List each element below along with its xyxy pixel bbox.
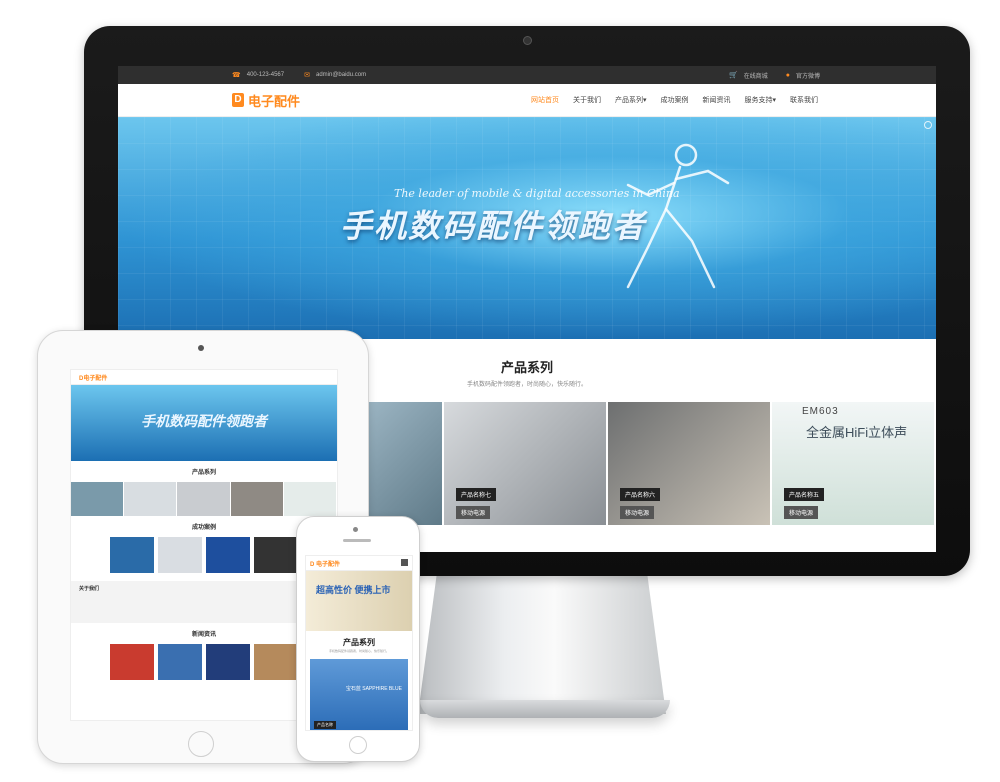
product-card-6[interactable]: 产品名称六 移动电源: [608, 402, 770, 525]
phone-icon: ☎: [232, 72, 241, 79]
phone-product-image[interactable]: 宝石蓝 SAPPHIRE BLUE 产品名称: [310, 659, 408, 730]
nav-menu: 网站首页 关于我们 产品系列▾ 成功案例 新闻资讯 服务支持▾ 联系我们: [517, 84, 818, 116]
email-contact[interactable]: ✉ admin@baidu.com: [304, 71, 366, 79]
tablet-headline: 手机数码配件领跑者: [141, 413, 267, 429]
tablet-logo[interactable]: D电子配件: [71, 370, 337, 385]
phone-camera-icon: [353, 527, 358, 532]
phone-logo[interactable]: D 电子配件: [310, 559, 340, 568]
tablet-case-thumb[interactable]: [110, 537, 154, 573]
nav-item-home[interactable]: 网站首页: [531, 95, 559, 105]
phone-nav: D 电子配件: [306, 556, 412, 571]
email-address[interactable]: admin@baidu.com: [316, 72, 366, 78]
phone-screen: D 电子配件 超高性价 便携上市 产品系列 手机数码配件领跑者，时尚随心，快乐随…: [305, 555, 413, 731]
tablet-about-title: 关于我们: [79, 586, 100, 592]
product-cards: 产品名称七 移动电源 产品名称六 移动电源 EM603 全金属HiFi立体声 产…: [356, 402, 936, 525]
product-card-5[interactable]: EM603 全金属HiFi立体声 产品名称五 移动电源: [772, 402, 934, 525]
hero-banner: The leader of mobile & digital accessori…: [118, 117, 936, 339]
product-tag: 移动电源: [620, 506, 655, 519]
hero-subtitle: The leader of mobile & digital accessori…: [394, 187, 680, 200]
mail-icon: ✉: [304, 72, 310, 79]
weibo-icon: ●: [785, 71, 790, 79]
phone-number: 400-123-4567: [246, 72, 285, 78]
logo-text: 电子配件: [248, 93, 301, 109]
product-name: 产品名称六: [620, 488, 661, 501]
product-overlay-model: EM603: [802, 406, 839, 417]
phone-speaker: [343, 539, 371, 542]
weibo-link[interactable]: ● 官方微博: [786, 71, 820, 80]
phone-product-caption: 产品名称: [314, 721, 336, 729]
product-overlay-text: 全金属HiFi立体声: [806, 425, 908, 440]
site-logo[interactable]: D 电子配件: [232, 91, 300, 110]
product-name: 产品名称五: [784, 488, 825, 501]
camera-icon: [523, 36, 532, 45]
hero-headline: 手机数码配件领跑者: [340, 208, 647, 244]
phone-banner-text: 超高性价 便携上市: [316, 585, 391, 595]
menu-icon[interactable]: [401, 559, 408, 566]
tablet-case-thumb[interactable]: [158, 537, 202, 573]
top-bar: ☎ 400-123-4567 ✉ admin@baidu.com 🛒 在线商城 …: [118, 66, 936, 84]
phone-contact: ☎ 400-123-4567: [232, 71, 284, 79]
phone-banner: 超高性价 便携上市: [306, 571, 412, 631]
tablet-product-thumb[interactable]: [230, 482, 283, 516]
cart-icon: 🛒: [729, 72, 738, 79]
tablet-news-thumb[interactable]: [158, 644, 202, 680]
weibo-label[interactable]: 官方微博: [796, 71, 820, 80]
phone-home-button[interactable]: [349, 736, 367, 754]
logo-mark: D: [232, 93, 244, 107]
monitor-stand: [418, 566, 666, 714]
tablet-hero: 手机数码配件领跑者: [71, 385, 337, 461]
tablet-product-thumb[interactable]: [283, 482, 337, 516]
phone-section-title: 产品系列: [343, 638, 375, 647]
online-shop-label[interactable]: 在线商城: [744, 71, 768, 80]
main-nav: D 电子配件 网站首页 关于我们 产品系列▾ 成功案例 新闻资讯 服务支持▾ 联…: [118, 84, 936, 117]
nav-item-about[interactable]: 关于我们: [573, 95, 601, 105]
slider-dot[interactable]: [924, 121, 932, 129]
tablet-home-button[interactable]: [188, 731, 214, 757]
tablet-product-thumb[interactable]: [71, 482, 124, 516]
tablet-product-thumb[interactable]: [124, 482, 177, 516]
tablet-camera-icon: [198, 345, 204, 351]
tablet-news-thumb[interactable]: [206, 644, 250, 680]
monitor-stand-base: [420, 700, 670, 718]
online-shop-link[interactable]: 🛒 在线商城: [729, 71, 768, 80]
product-name: 产品名称七: [456, 488, 497, 501]
phone-section-subtitle: 手机数码配件领跑者，时尚随心，快乐随行。: [328, 649, 389, 653]
tablet-product-thumb[interactable]: [177, 482, 230, 516]
product-tag: 移动电源: [784, 506, 819, 519]
nav-item-news[interactable]: 新闻资讯: [702, 95, 730, 105]
tablet-section-products: 产品系列: [191, 470, 216, 476]
tablet-news-thumb[interactable]: [254, 644, 298, 680]
tablet-news-thumb[interactable]: [110, 644, 154, 680]
tablet-case-thumb[interactable]: [206, 537, 250, 573]
phone-product-overlay: 宝石蓝 SAPPHIRE BLUE: [345, 686, 402, 692]
tablet-product-row: [71, 482, 337, 516]
phone-device: D 电子配件 超高性价 便携上市 产品系列 手机数码配件领跑者，时尚随心，快乐随…: [296, 516, 420, 762]
tablet-case-thumb[interactable]: [254, 537, 298, 573]
nav-item-support[interactable]: 服务支持▾: [744, 95, 776, 105]
nav-item-cases[interactable]: 成功案例: [660, 95, 688, 105]
product-card-7[interactable]: 产品名称七 移动电源: [444, 402, 606, 525]
nav-item-contact[interactable]: 联系我们: [790, 95, 818, 105]
nav-item-products[interactable]: 产品系列▾: [615, 95, 647, 105]
product-tag: 移动电源: [456, 506, 491, 519]
